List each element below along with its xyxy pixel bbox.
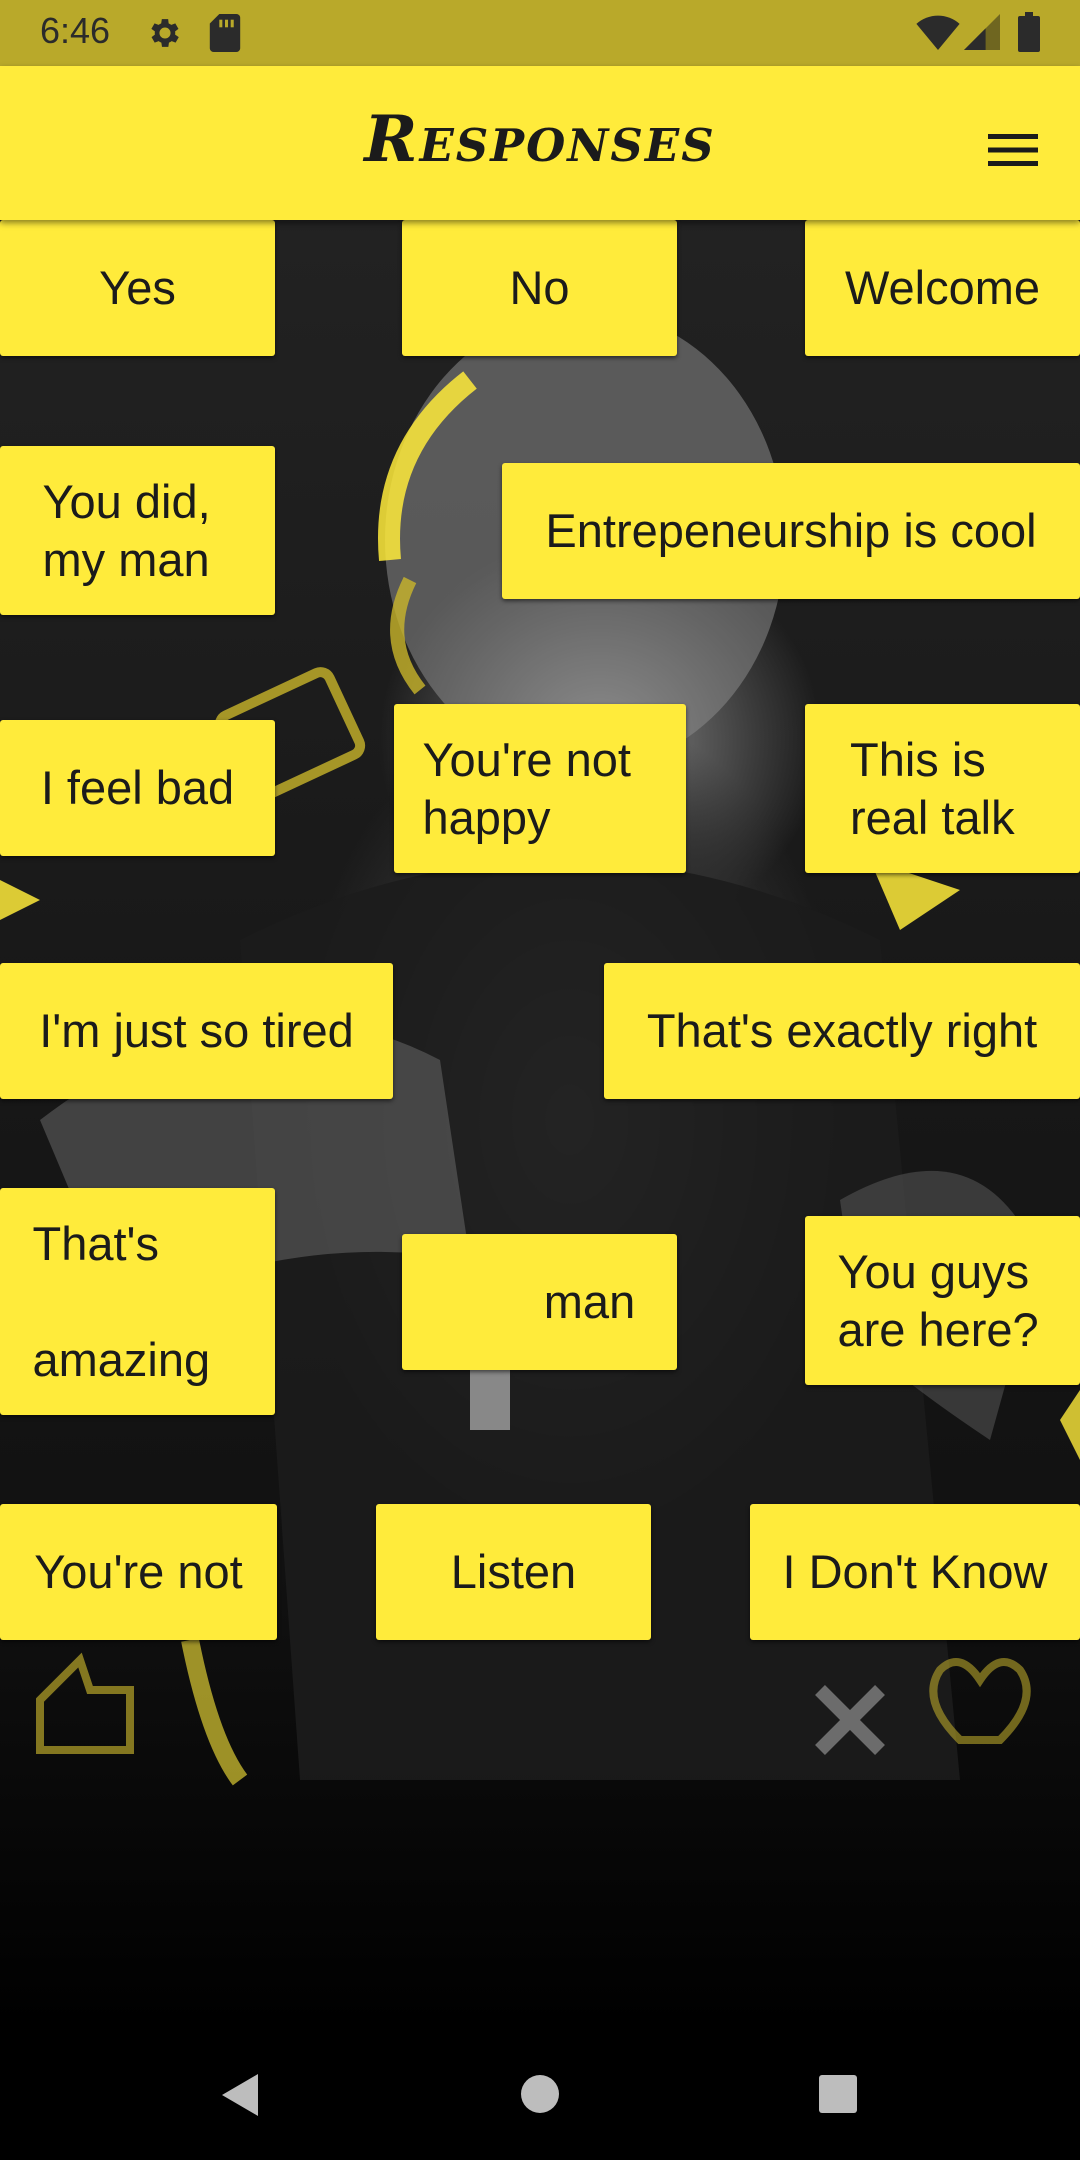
response-button-i-feel-bad[interactable]: I feel bad	[0, 720, 275, 856]
app-toolbar: Responses	[0, 66, 1080, 220]
response-button-yes[interactable]: Yes	[0, 220, 275, 356]
system-navigation-bar	[0, 2026, 1080, 2160]
gear-icon	[151, 19, 179, 47]
sd-card-icon	[209, 14, 241, 52]
status-bar: 6:46	[0, 0, 1080, 66]
response-button-thats-exactly-right[interactable]: That's exactly right	[604, 963, 1080, 1099]
response-button-im-just-so-tired[interactable]: I'm just so tired	[0, 963, 393, 1099]
response-button-welcome[interactable]: Welcome	[805, 220, 1080, 356]
page-title: Responses	[364, 102, 716, 177]
response-button-this-is-real-talk[interactable]: This is real talk	[805, 704, 1080, 873]
back-icon[interactable]	[218, 2072, 262, 2118]
battery-icon	[1018, 12, 1040, 52]
signal-icon	[964, 14, 1000, 50]
hamburger-menu-icon[interactable]	[986, 128, 1040, 172]
status-time: 6:46	[40, 10, 111, 51]
response-button-youre-not-happy[interactable]: You're not happy	[394, 704, 686, 873]
response-button-listen[interactable]: Listen	[376, 1504, 651, 1640]
response-button-you-guys-are-here[interactable]: You guys are here?	[805, 1216, 1080, 1385]
recents-icon[interactable]	[818, 2074, 858, 2114]
response-button-youre-not[interactable]: You're not	[0, 1504, 277, 1640]
home-icon[interactable]	[520, 2074, 560, 2114]
response-button-you-did-my-man[interactable]: You did, my man	[0, 446, 275, 615]
response-button-entrepeneurship-is-cool[interactable]: Entrepeneurship is cool	[502, 463, 1080, 599]
response-button-man[interactable]: man	[402, 1234, 677, 1370]
response-button-thats-amazing[interactable]: That's amazing	[0, 1188, 275, 1415]
response-button-i-dont-know[interactable]: I Don't Know	[750, 1504, 1080, 1640]
wifi-icon	[916, 15, 960, 50]
response-button-no[interactable]: No	[402, 220, 677, 356]
